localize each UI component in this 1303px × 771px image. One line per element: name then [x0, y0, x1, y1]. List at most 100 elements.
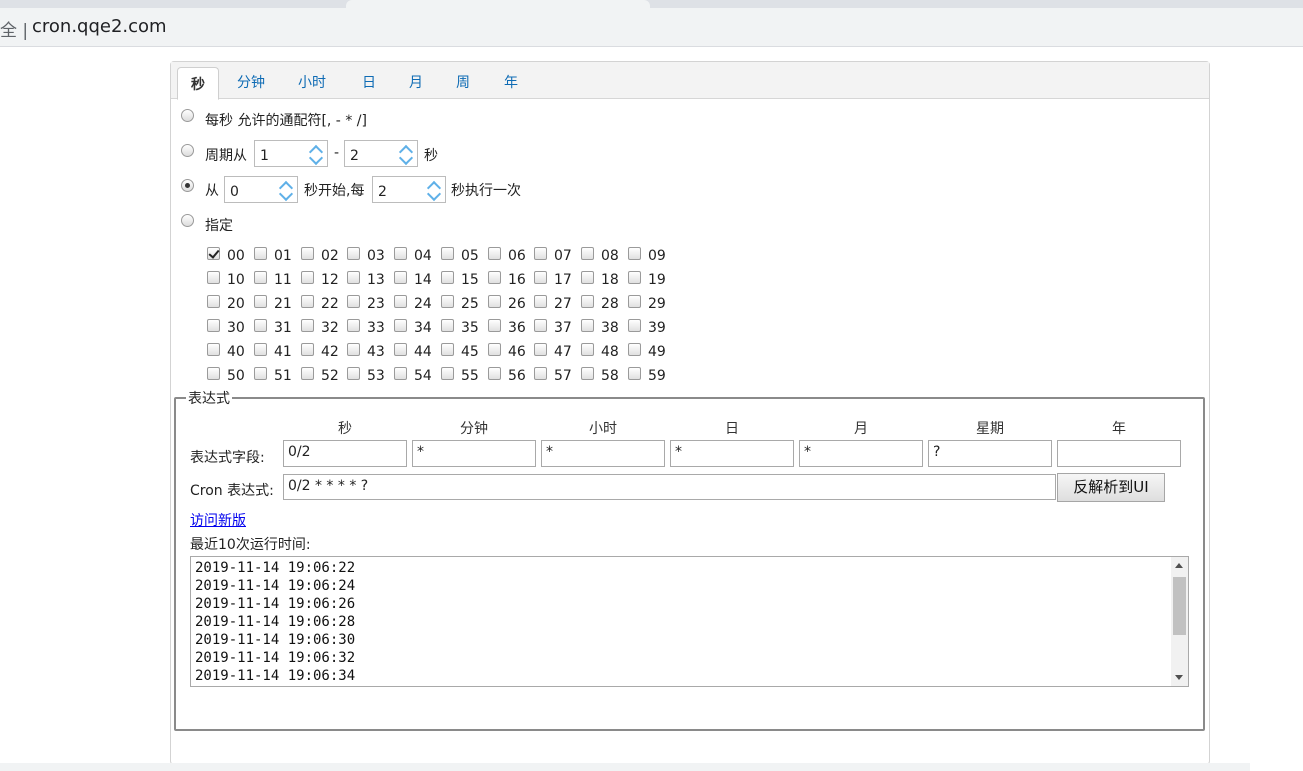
- tab-day[interactable]: 日: [362, 62, 376, 98]
- cron-expression-input[interactable]: 0/2 * * * * ?: [283, 474, 1056, 500]
- second-checkbox-29[interactable]: [628, 295, 641, 308]
- field-week[interactable]: ?: [928, 440, 1052, 467]
- second-checkbox-58[interactable]: [581, 367, 594, 380]
- second-checkbox-49[interactable]: [628, 343, 641, 356]
- second-label: 26: [508, 296, 526, 312]
- textarea-scrollbar[interactable]: [1171, 557, 1188, 686]
- second-checkbox-05[interactable]: [441, 247, 454, 260]
- second-checkbox-38[interactable]: [581, 319, 594, 332]
- second-label: 16: [508, 272, 526, 288]
- second-checkbox-01[interactable]: [254, 247, 267, 260]
- second-checkbox-33[interactable]: [347, 319, 360, 332]
- second-checkbox-41[interactable]: [254, 343, 267, 356]
- field-second[interactable]: 0/2: [283, 440, 407, 467]
- second-checkbox-55[interactable]: [441, 367, 454, 380]
- second-checkbox-22[interactable]: [301, 295, 314, 308]
- second-checkbox-06[interactable]: [488, 247, 501, 260]
- second-checkbox-11[interactable]: [254, 271, 267, 284]
- second-checkbox-24[interactable]: [394, 295, 407, 308]
- start-value-spinner[interactable]: 0: [224, 176, 298, 203]
- radio-every-second[interactable]: [181, 109, 194, 122]
- second-checkbox-40[interactable]: [207, 343, 220, 356]
- second-checkbox-25[interactable]: [441, 295, 454, 308]
- second-checkbox-23[interactable]: [347, 295, 360, 308]
- second-checkbox-59[interactable]: [628, 367, 641, 380]
- second-checkbox-03[interactable]: [347, 247, 360, 260]
- second-label: 27: [554, 296, 572, 312]
- second-checkbox-08[interactable]: [581, 247, 594, 260]
- second-checkbox-39[interactable]: [628, 319, 641, 332]
- tab-year[interactable]: 年: [504, 62, 518, 98]
- field-month[interactable]: *: [799, 440, 923, 467]
- scroll-down-icon[interactable]: [1175, 675, 1183, 680]
- security-indicator[interactable]: 全 |: [0, 16, 28, 41]
- second-checkbox-18[interactable]: [581, 271, 594, 284]
- second-checkbox-52[interactable]: [301, 367, 314, 380]
- second-checkbox-31[interactable]: [254, 319, 267, 332]
- second-checkbox-56[interactable]: [488, 367, 501, 380]
- second-checkbox-44[interactable]: [394, 343, 407, 356]
- tab-minute[interactable]: 分钟: [237, 62, 265, 98]
- second-checkbox-27[interactable]: [534, 295, 547, 308]
- tab-month[interactable]: 月: [409, 62, 423, 98]
- second-checkbox-46[interactable]: [488, 343, 501, 356]
- second-checkbox-20[interactable]: [207, 295, 220, 308]
- second-checkbox-09[interactable]: [628, 247, 641, 260]
- scroll-up-icon[interactable]: [1175, 563, 1183, 568]
- second-checkbox-45[interactable]: [441, 343, 454, 356]
- second-checkbox-12[interactable]: [301, 271, 314, 284]
- second-checkbox-51[interactable]: [254, 367, 267, 380]
- tab-second[interactable]: 秒: [177, 67, 219, 100]
- new-version-link[interactable]: 访问新版: [190, 510, 246, 530]
- second-checkbox-36[interactable]: [488, 319, 501, 332]
- second-checkbox-50[interactable]: [207, 367, 220, 380]
- field-hour[interactable]: *: [541, 440, 665, 467]
- period-to-spinner[interactable]: 2: [344, 140, 418, 167]
- browser-active-tab[interactable]: [346, 0, 650, 8]
- second-checkbox-42[interactable]: [301, 343, 314, 356]
- second-checkbox-10[interactable]: [207, 271, 220, 284]
- second-checkbox-14[interactable]: [394, 271, 407, 284]
- second-checkbox-47[interactable]: [534, 343, 547, 356]
- radio-period[interactable]: [181, 144, 194, 157]
- second-checkbox-32[interactable]: [301, 319, 314, 332]
- second-label: 54: [414, 368, 432, 384]
- period-from-spinner[interactable]: 1: [254, 140, 328, 167]
- second-checkbox-30[interactable]: [207, 319, 220, 332]
- tab-hour[interactable]: 小时: [298, 62, 326, 98]
- second-checkbox-02[interactable]: [301, 247, 314, 260]
- step-value-spinner[interactable]: 2: [372, 176, 446, 203]
- field-minute[interactable]: *: [412, 440, 536, 467]
- second-checkbox-34[interactable]: [394, 319, 407, 332]
- tab-week[interactable]: 周: [456, 62, 470, 98]
- radio-start-from[interactable]: [181, 179, 194, 192]
- second-checkbox-21[interactable]: [254, 295, 267, 308]
- second-checkbox-00[interactable]: [207, 247, 220, 260]
- recent-runs-textarea[interactable]: 2019-11-14 19:06:22 2019-11-14 19:06:24 …: [190, 556, 1189, 687]
- second-checkbox-48[interactable]: [581, 343, 594, 356]
- field-day[interactable]: *: [670, 440, 794, 467]
- url-text[interactable]: cron.qqe2.com: [32, 16, 167, 37]
- second-checkbox-43[interactable]: [347, 343, 360, 356]
- second-checkbox-07[interactable]: [534, 247, 547, 260]
- second-checkbox-54[interactable]: [394, 367, 407, 380]
- second-checkbox-28[interactable]: [581, 295, 594, 308]
- radio-specify[interactable]: [181, 214, 194, 227]
- field-year[interactable]: [1057, 440, 1181, 467]
- second-label: 11: [274, 272, 292, 288]
- second-label: 24: [414, 296, 432, 312]
- second-checkbox-17[interactable]: [534, 271, 547, 284]
- second-checkbox-37[interactable]: [534, 319, 547, 332]
- second-checkbox-16[interactable]: [488, 271, 501, 284]
- second-checkbox-53[interactable]: [347, 367, 360, 380]
- second-checkbox-15[interactable]: [441, 271, 454, 284]
- second-checkbox-57[interactable]: [534, 367, 547, 380]
- address-bar[interactable]: [0, 8, 1303, 47]
- second-checkbox-26[interactable]: [488, 295, 501, 308]
- parse-to-ui-button[interactable]: 反解析到UI: [1057, 473, 1165, 502]
- second-checkbox-35[interactable]: [441, 319, 454, 332]
- second-checkbox-19[interactable]: [628, 271, 641, 284]
- second-checkbox-04[interactable]: [394, 247, 407, 260]
- second-checkbox-13[interactable]: [347, 271, 360, 284]
- scrollbar-thumb[interactable]: [1173, 577, 1186, 635]
